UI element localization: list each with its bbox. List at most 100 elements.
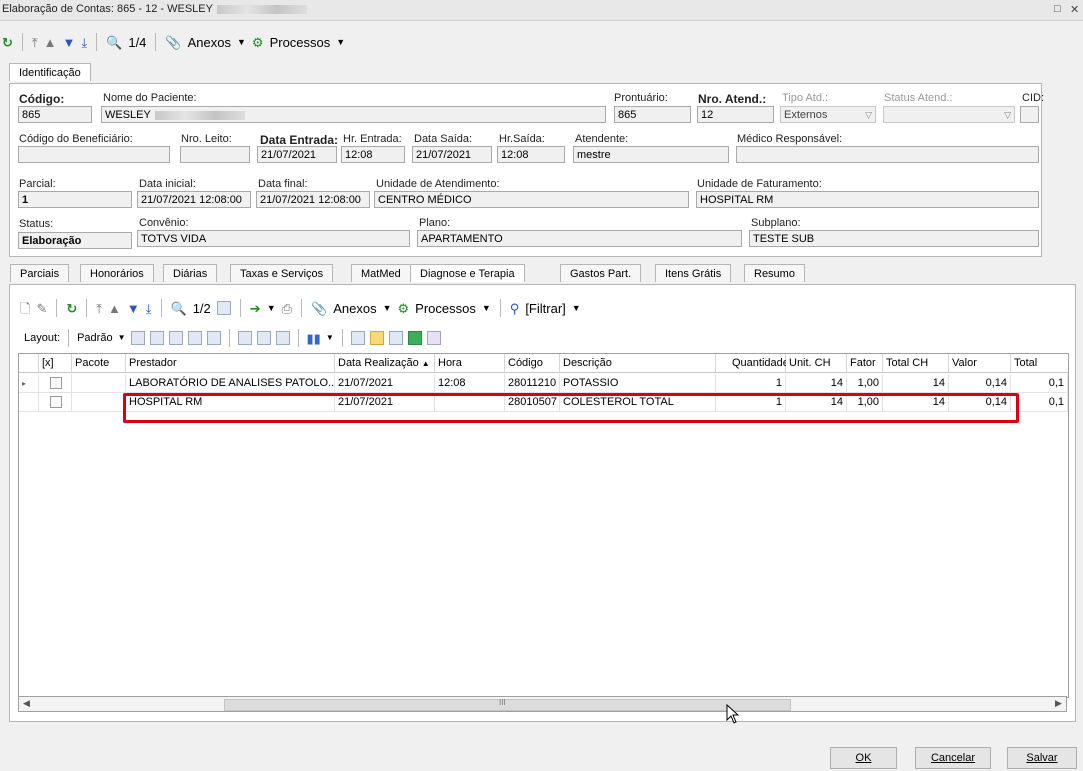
column-header-prestador[interactable]: Prestador [126, 354, 335, 373]
scroll-left-icon[interactable]: ◀ [23, 698, 30, 709]
column-header-hora[interactable]: Hora [435, 354, 505, 373]
column-header-fator[interactable]: Fator [847, 354, 883, 373]
parcial-field[interactable]: 1 [18, 191, 132, 208]
next-record-icon[interactable]: ▼ [127, 302, 140, 315]
layout-export-icon[interactable] [206, 331, 221, 345]
sum-icon[interactable] [256, 331, 271, 345]
horizontal-scrollbar[interactable]: ◀ III ▶ [18, 696, 1067, 712]
unidade-atendimento-field[interactable]: CENTRO MÉDICO [374, 191, 689, 208]
column-header-quantidade[interactable]: Quantidade [716, 354, 789, 373]
inner-processos-button[interactable]: Processos [415, 301, 476, 316]
first-record-icon[interactable]: ⤒ [96, 302, 102, 315]
scrollbar-thumb[interactable]: III [224, 698, 791, 711]
filtrar-button[interactable]: [Filtrar] [525, 301, 565, 316]
row-checkbox[interactable] [39, 374, 72, 393]
cod-beneficiario-field[interactable] [18, 146, 170, 163]
column-header-data-realizacao[interactable]: Data Realização ▲ [335, 354, 435, 373]
view-detail-icon[interactable] [369, 331, 384, 345]
column-header-pacote[interactable]: Pacote [72, 354, 126, 373]
atendente-field[interactable]: mestre [573, 146, 729, 163]
binoculars-icon[interactable]: 🔍 [171, 302, 187, 315]
ok-button[interactable]: OK [830, 747, 897, 769]
processos-dropdown-icon[interactable]: ▼ [336, 37, 345, 47]
column-header-total-ch[interactable]: Total CH [883, 354, 949, 373]
new-record-icon[interactable]: 🗋 [20, 302, 30, 315]
tab-matmed[interactable]: MatMed [351, 264, 411, 282]
last-record-icon[interactable]: ⤓ [81, 36, 87, 49]
medico-responsavel-field[interactable] [736, 146, 1039, 163]
binoculars-icon[interactable]: 🔍 [106, 36, 122, 49]
data-saida-field[interactable]: 21/07/2021 [412, 146, 492, 163]
column-header-valor[interactable]: Valor [949, 354, 1011, 373]
previous-record-icon[interactable]: ▲ [44, 36, 57, 49]
layout-save-icon[interactable] [130, 331, 145, 345]
tab-gastos-part[interactable]: Gastos Part. [560, 264, 642, 282]
unidade-faturamento-field[interactable]: HOSPITAL RM [696, 191, 1039, 208]
first-record-icon[interactable]: ⤒ [32, 36, 38, 49]
font-icon[interactable] [426, 331, 441, 345]
anexos-dropdown-icon[interactable]: ▼ [237, 37, 246, 47]
previous-record-icon[interactable]: ▲ [108, 302, 121, 315]
data-final-field[interactable]: 21/07/2021 12:08:00 [256, 191, 370, 208]
arrow-right-icon[interactable]: ➔ [250, 302, 261, 315]
layout-delete-icon[interactable] [149, 331, 164, 345]
hr-entrada-field[interactable]: 12:08 [341, 146, 405, 163]
tab-honorarios[interactable]: Honorários [80, 264, 154, 282]
prontuario-field[interactable]: 865 [614, 106, 691, 123]
hr-saida-field[interactable]: 12:08 [497, 146, 565, 163]
column-header-select[interactable]: [x] [39, 354, 72, 373]
column-header-total[interactable]: Total [1011, 354, 1068, 373]
close-icon[interactable]: ✕ [1070, 3, 1079, 16]
tab-parciais[interactable]: Parciais [10, 264, 70, 282]
column-header-codigo[interactable]: Código [505, 354, 560, 373]
data-entrada-field[interactable]: 21/07/2021 [257, 146, 337, 163]
row-checkbox[interactable] [39, 393, 72, 412]
refresh-icon[interactable]: ↻ [2, 36, 13, 49]
next-record-icon[interactable]: ▼ [63, 36, 76, 49]
plano-field[interactable]: APARTAMENTO [417, 230, 742, 247]
chart-icon[interactable]: ▮▮ [307, 332, 321, 345]
salvar-button[interactable]: Salvar [1007, 747, 1077, 769]
restore-icon[interactable]: □ [1054, 3, 1061, 15]
scroll-right-icon[interactable]: ▶ [1055, 698, 1062, 709]
status-field[interactable]: Elaboração [18, 232, 132, 249]
status-atend-select[interactable]: ▽ [883, 106, 1015, 123]
cancelar-button[interactable]: Cancelar [915, 747, 991, 769]
grid-view-icon[interactable] [216, 301, 231, 315]
tab-resumo[interactable]: Resumo [744, 264, 805, 282]
nome-paciente-field[interactable]: WESLEY [101, 106, 606, 123]
tab-identificacao[interactable]: Identificação [9, 63, 91, 81]
view-card-icon[interactable] [388, 331, 403, 345]
layout-import-icon[interactable] [187, 331, 202, 345]
padrao-dropdown[interactable]: Padrão [77, 332, 112, 344]
anexos-button[interactable]: Anexos [188, 35, 231, 50]
view-green-icon[interactable] [407, 331, 422, 345]
group-icon[interactable] [237, 331, 252, 345]
column-header-descricao[interactable]: Descrição [560, 354, 716, 373]
convenio-field[interactable]: TOTVS VIDA [137, 230, 410, 247]
chart-dropdown-icon[interactable]: ▼ [326, 334, 334, 342]
layout-columns-icon[interactable] [168, 331, 183, 345]
subplano-field[interactable]: TESTE SUB [749, 230, 1039, 247]
refresh-icon[interactable]: ↻ [66, 302, 77, 315]
last-record-icon[interactable]: ⤓ [146, 302, 152, 315]
column-header-unit-ch[interactable]: Unit. CH [786, 354, 847, 373]
edit-record-icon[interactable]: ✎ [36, 302, 47, 315]
inner-anexos-button[interactable]: Anexos [333, 301, 376, 316]
view-list-icon[interactable] [350, 331, 365, 345]
tab-diagnose-terapia[interactable]: Diagnose e Terapia [410, 264, 525, 282]
anexos-dropdown-icon[interactable]: ▼ [383, 303, 392, 313]
tab-diarias[interactable]: Diárias [163, 264, 218, 282]
nro-leito-field[interactable] [180, 146, 250, 163]
data-inicial-field[interactable]: 21/07/2021 12:08:00 [137, 191, 251, 208]
tab-itens-gratis[interactable]: Itens Grátis [655, 264, 732, 282]
print-icon[interactable]: ⎙ [282, 302, 292, 315]
processos-button[interactable]: Processos [270, 35, 331, 50]
tab-taxas-servicos[interactable]: Taxas e Serviços [230, 264, 334, 282]
nro-atend-field[interactable]: 12 [697, 106, 774, 123]
edit-layout-icon[interactable] [275, 331, 290, 345]
cid-field[interactable] [1020, 106, 1039, 123]
arrow-dropdown-icon[interactable]: ▼ [267, 303, 276, 313]
filtrar-dropdown-icon[interactable]: ▼ [572, 303, 581, 313]
tipo-atd-select[interactable]: Externos ▽ [780, 106, 876, 123]
